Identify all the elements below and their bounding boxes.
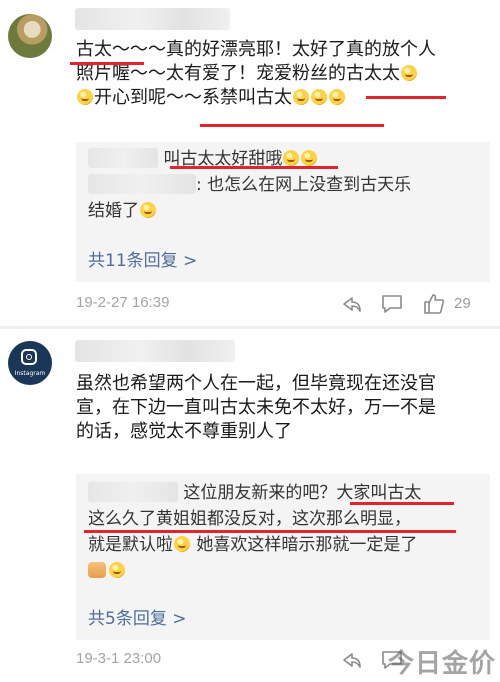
reply-username-blurred[interactable] xyxy=(88,148,158,168)
emphasis-underline xyxy=(84,530,456,533)
like-count: 29 xyxy=(454,295,471,312)
reply-box: 叫古太太好甜哦 : 也怎么在网上没查到古天乐 结婚了 共11条回复 > xyxy=(76,142,490,282)
timestamp: 19-2-27 16:39 xyxy=(76,294,170,311)
grin-emoji-icon xyxy=(109,562,125,578)
comment-icon[interactable] xyxy=(380,292,404,316)
emphasis-underline xyxy=(350,502,454,505)
smile-emoji-icon xyxy=(174,536,190,552)
avatar-label: Instagram xyxy=(14,370,46,377)
laugh-emoji-icon xyxy=(311,89,327,105)
thumbs-up-icon[interactable] xyxy=(422,292,446,316)
comment-text: 古太～～～真的好漂亮耶！太好了真的放个人 照片喔～～太有爱了！宠爱粉丝的古太太 … xyxy=(76,38,488,110)
comment-line: 的话，感觉太不尊重别人了 xyxy=(76,421,292,442)
reply-username-blurred[interactable] xyxy=(88,174,196,194)
share-icon[interactable] xyxy=(340,292,364,316)
cat-emoji-icon xyxy=(88,562,106,578)
username-blurred[interactable] xyxy=(75,8,230,30)
emphasis-underline xyxy=(200,124,384,127)
emphasis-underline xyxy=(70,62,144,65)
action-bar: 29 xyxy=(340,290,490,318)
more-replies-link[interactable]: 共5条回复 > xyxy=(88,604,186,629)
comment-item: Instagram 虽然也希望两个人在一起，但毕竟现在还没官 宣，在下边一直叫古… xyxy=(0,326,500,682)
comment-line: 宣，在下边一直叫古太未免不太好，万一不是 xyxy=(76,397,436,418)
comment-feed: 古太～～～真的好漂亮耶！太好了真的放个人 照片喔～～太有爱了！宠爱粉丝的古太太 … xyxy=(0,0,500,682)
avatar[interactable] xyxy=(8,14,52,58)
watermark: 今日金价 xyxy=(387,649,496,679)
reply-text: 叫古太太好甜哦 : 也怎么在网上没查到古天乐 结婚了 xyxy=(88,148,412,221)
comment-line: 虽然也希望两个人在一起，但毕竟现在还没官 xyxy=(76,373,436,394)
share-icon[interactable] xyxy=(340,648,364,672)
grin-emoji-icon xyxy=(283,150,300,166)
grin-emoji-icon xyxy=(401,65,417,81)
comment-line: 照片喔～～太有爱了！宠爱粉丝的古太太 xyxy=(76,62,488,86)
emphasis-underline xyxy=(170,166,338,169)
instagram-icon xyxy=(21,349,37,365)
timestamp: 19-3-1 23:00 xyxy=(76,650,162,667)
more-replies-link[interactable]: 共11条回复 > xyxy=(88,246,197,271)
comment-line: 古太～～～真的好漂亮耶！太好了真的放个人 xyxy=(76,39,436,60)
username-blurred[interactable] xyxy=(75,340,235,362)
grin-emoji-icon xyxy=(301,150,318,166)
reply-username-blurred[interactable] xyxy=(88,482,178,502)
grin-emoji-icon xyxy=(77,89,93,105)
avatar[interactable]: Instagram xyxy=(8,341,52,385)
laugh-emoji-icon xyxy=(140,202,156,218)
laugh-emoji-icon xyxy=(293,89,309,105)
comment-item: 古太～～～真的好漂亮耶！太好了真的放个人 照片喔～～太有爱了！宠爱粉丝的古太太 … xyxy=(0,0,500,326)
comment-text: 虽然也希望两个人在一起，但毕竟现在还没官 宣，在下边一直叫古太未免不太好，万一不… xyxy=(76,372,488,444)
laugh-emoji-icon xyxy=(329,89,345,105)
emphasis-underline xyxy=(366,96,446,99)
reply-box: 这位朋友新来的吧？大家叫古太 这么久了黄姐姐都没反对，这次那么明显， 就是默认啦… xyxy=(76,474,490,640)
comment-footer: 19-2-27 16:39 29 xyxy=(76,290,490,318)
